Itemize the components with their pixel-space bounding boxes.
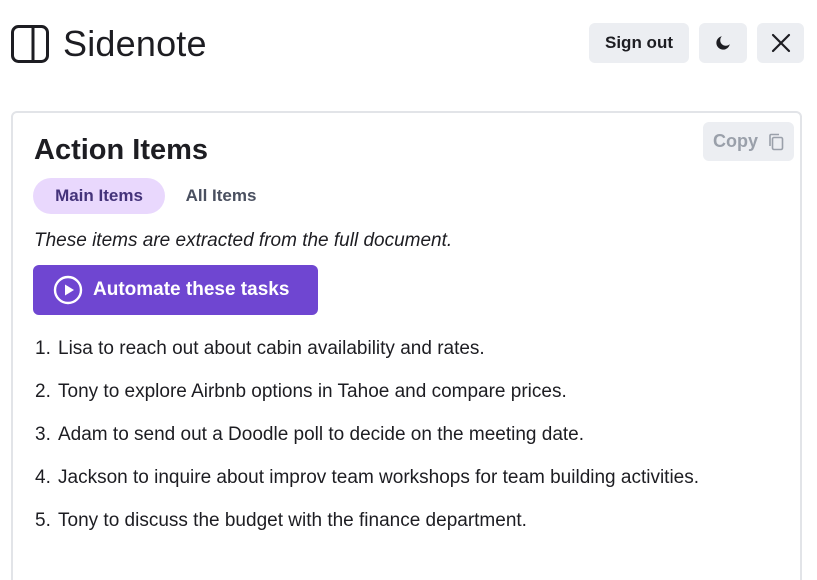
automate-tasks-label: Automate these tasks — [93, 279, 290, 300]
list-item: 5. Tony to discuss the budget with the fi… — [35, 509, 699, 552]
action-items-list: 1. Lisa to reach out about cabin availabi… — [35, 337, 699, 552]
list-item-text: Jackson to inquire about improv team wor… — [58, 467, 700, 488]
app-root: Sidenote Sign out Action Items Copy Main… — [0, 0, 817, 580]
list-item-number: 2. — [35, 381, 51, 402]
list-item-text: Tony to discuss the budget with the fina… — [58, 510, 527, 531]
tab-all-items-label: All Items — [185, 186, 257, 205]
action-items-card: Action Items Copy Main Items All Items T… — [11, 111, 802, 580]
play-circle-icon — [53, 275, 83, 305]
list-item-number: 4. — [35, 467, 51, 488]
tab-main-items-label: Main Items — [55, 186, 143, 205]
card-subtitle: These items are extracted from the full … — [34, 230, 453, 251]
automate-tasks-button[interactable]: Automate these tasks — [33, 265, 318, 315]
sidebar-panel-icon — [11, 25, 49, 63]
close-button[interactable] — [757, 23, 804, 63]
moon-icon — [716, 36, 730, 50]
close-icon — [771, 33, 790, 53]
list-item: 3. Adam to send out a Doodle poll to deci… — [35, 423, 699, 466]
list-item: 2. Tony to explore Airbnb options in Taho… — [35, 380, 699, 423]
list-item-number: 5. — [35, 510, 51, 531]
copy-button[interactable]: Copy — [703, 122, 794, 161]
list-item-text: Adam to send out a Doodle poll to decide… — [58, 424, 585, 445]
list-item: 4. Jackson to inquire about improv team w… — [35, 466, 699, 509]
copy-icon — [769, 133, 784, 150]
tab-main-items[interactable]: Main Items — [33, 178, 165, 214]
list-item: 1. Lisa to reach out about cabin availabi… — [35, 337, 699, 380]
sign-out-label: Sign out — [605, 33, 673, 52]
card-title: Action Items — [34, 134, 209, 166]
theme-toggle-button[interactable] — [699, 23, 747, 63]
app-title: Sidenote — [63, 23, 207, 64]
list-item-text: Lisa to reach out about cabin availabili… — [58, 338, 485, 359]
header: Sidenote Sign out — [0, 0, 817, 90]
tab-all-items[interactable]: All Items — [170, 178, 272, 214]
copy-label: Copy — [713, 131, 758, 151]
list-item-number: 3. — [35, 424, 51, 445]
list-item-number: 1. — [35, 338, 51, 359]
sign-out-button[interactable]: Sign out — [589, 23, 689, 63]
list-item-text: Tony to explore Airbnb options in Tahoe … — [58, 381, 567, 402]
